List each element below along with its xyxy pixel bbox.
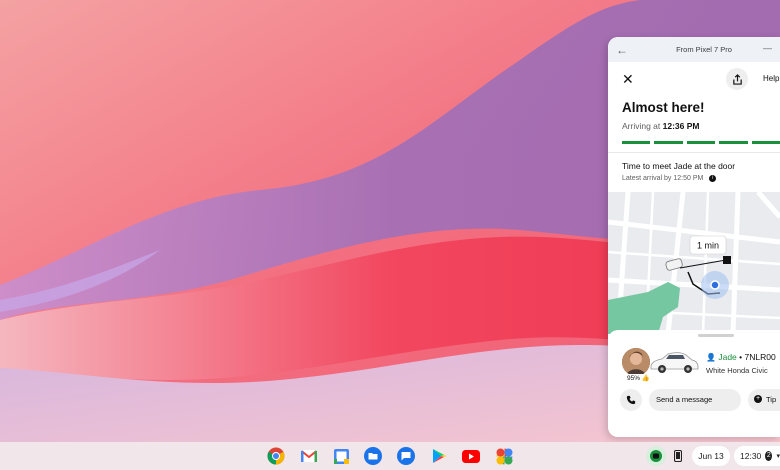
- play-store-icon[interactable]: [430, 447, 448, 465]
- info-icon[interactable]: i: [709, 174, 717, 182]
- tip-button[interactable]: + Tip: [748, 389, 780, 411]
- calendar-icon[interactable]: [332, 447, 350, 465]
- date-label: Jun 13: [698, 451, 724, 461]
- close-icon[interactable]: ✕: [622, 71, 634, 88]
- driver-person-icon: 👤: [706, 353, 716, 362]
- latest-arrival: Latest arrival by 12:50 PM i: [622, 174, 780, 182]
- arriving-time: 12:36 PM: [662, 121, 700, 131]
- progress-segment: [622, 141, 651, 144]
- window-title: From Pixel 7 Pro: [676, 45, 732, 54]
- gmail-icon[interactable]: [300, 447, 318, 465]
- driver-rating: 95% 👍: [625, 374, 652, 382]
- trip-progress-bar: [622, 141, 780, 144]
- arrival-text: Arriving at 12:36 PM: [622, 121, 780, 131]
- photos-icon[interactable]: [495, 447, 513, 465]
- clock-label: 12:30: [740, 451, 762, 461]
- car-image: [650, 352, 699, 373]
- files-icon[interactable]: [364, 447, 382, 465]
- tip-label: Tip: [766, 395, 777, 404]
- driver-avatar: [622, 348, 650, 376]
- divider: [608, 151, 780, 153]
- phone-app-window: ← From Pixel 7 Pro — ✕ Help Almost here!…: [608, 37, 780, 437]
- youtube-icon[interactable]: [462, 447, 480, 465]
- window-titlebar: ← From Pixel 7 Pro —: [608, 37, 780, 62]
- status-area-button[interactable]: 12:30 2 ▾: [734, 446, 780, 466]
- share-button[interactable]: [726, 68, 748, 90]
- phone-hub-app-button[interactable]: [646, 446, 666, 466]
- car-model: White Honda Civic: [706, 366, 768, 375]
- uber-app-icon: [650, 450, 662, 462]
- progress-segment: [686, 141, 716, 144]
- shelf: Jun 13 12:30 2 ▾: [0, 442, 780, 470]
- chrome-icon[interactable]: [267, 447, 285, 465]
- help-button[interactable]: Help: [763, 74, 779, 83]
- license-plate: • 7NLR00: [739, 352, 776, 362]
- trip-status-title: Almost here!: [622, 100, 705, 115]
- progress-segment: [751, 141, 780, 144]
- progress-segment: [654, 141, 683, 144]
- latest-arrival-text: Latest arrival by 12:50 PM: [622, 174, 704, 182]
- driver-name: Jade: [718, 352, 737, 362]
- app-header: ✕ Help: [608, 62, 780, 96]
- drag-handle[interactable]: [698, 334, 734, 337]
- plus-icon: +: [754, 395, 762, 403]
- notification-count-badge: 2: [765, 451, 773, 461]
- wifi-icon: ▾: [776, 453, 780, 460]
- trip-map[interactable]: 1 min: [608, 192, 780, 334]
- driver-info: 👤 Jade • 7NLR00: [706, 352, 776, 362]
- minimize-icon[interactable]: —: [763, 43, 772, 53]
- arriving-prefix: Arriving at: [622, 121, 661, 131]
- date-button[interactable]: Jun 13: [692, 446, 730, 466]
- phone-icon: [626, 395, 636, 405]
- driver-card: 95% 👍 👤 Jade • 7NLR00 White Honda Civic …: [608, 330, 780, 437]
- phone-hub-button[interactable]: [669, 446, 687, 466]
- messages-icon[interactable]: [397, 447, 415, 465]
- send-message-button[interactable]: Send a message: [649, 389, 741, 411]
- meet-instruction: Time to meet Jade at the door: [622, 160, 736, 171]
- call-button[interactable]: [620, 389, 642, 411]
- phone-icon: [674, 450, 682, 462]
- progress-segment: [719, 141, 748, 144]
- share-icon: [732, 73, 742, 85]
- map-eta-label: 1 min: [697, 241, 719, 251]
